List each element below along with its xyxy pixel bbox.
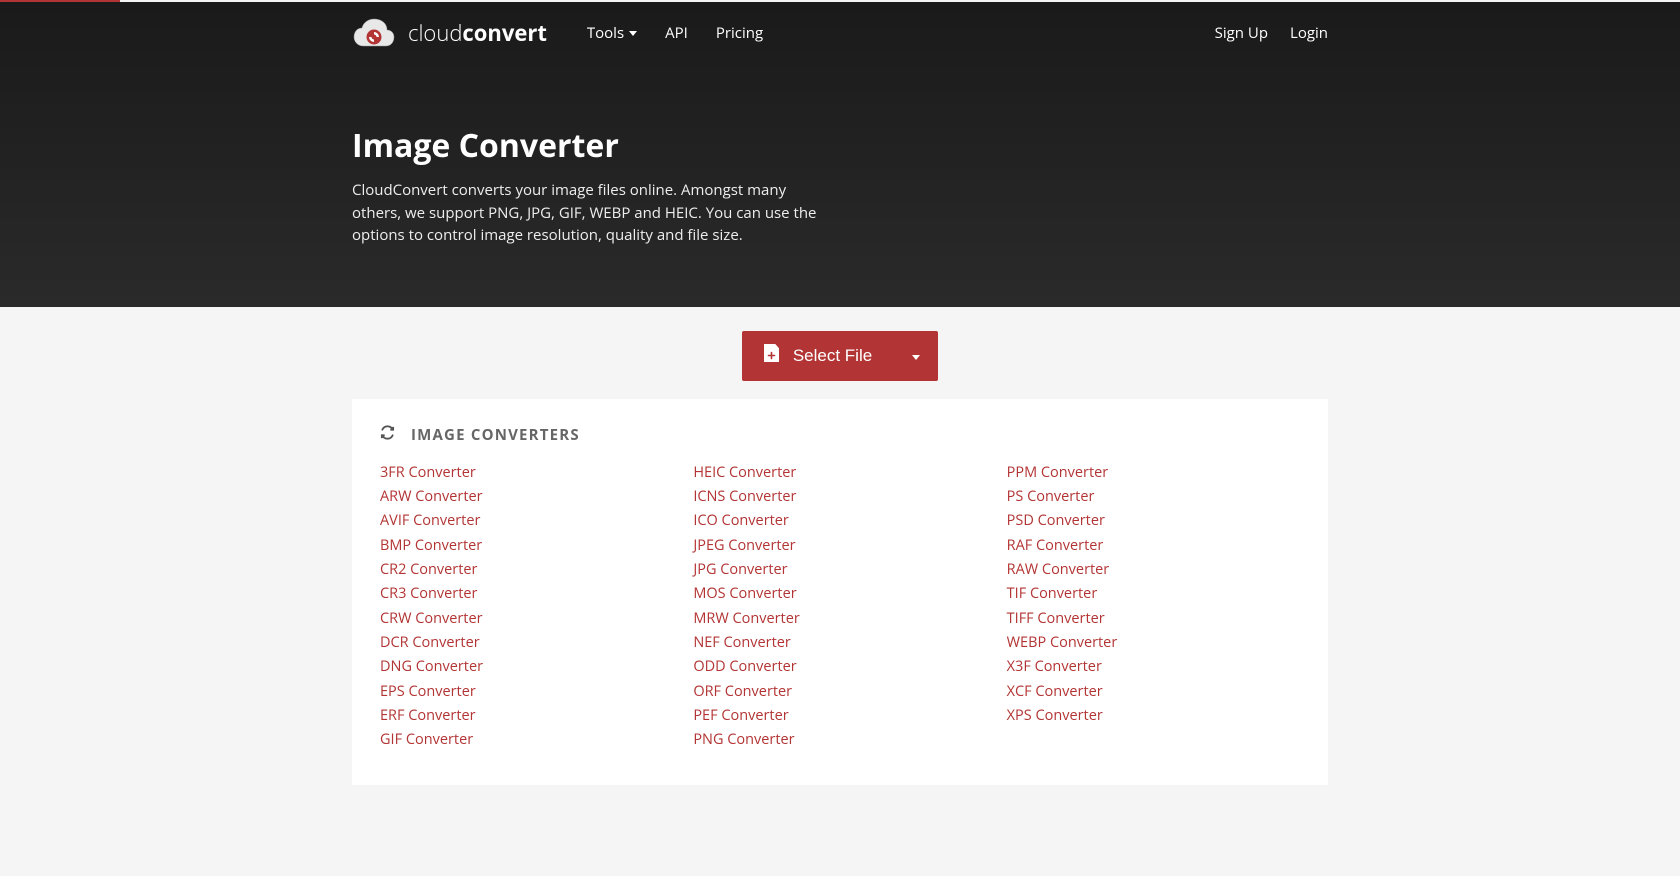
nav-api[interactable]: API [665,23,688,43]
converter-link[interactable]: TIF Converter [1007,582,1300,606]
page-description: CloudConvert converts your image files o… [352,179,832,247]
converter-link[interactable]: CR2 Converter [380,558,673,582]
chevron-down-icon [912,355,920,360]
converter-link[interactable]: PNG Converter [693,728,986,752]
converter-link[interactable]: GIF Converter [380,728,673,752]
converters-column-3: PPM ConverterPS ConverterPSD ConverterRA… [1007,461,1300,753]
converter-link[interactable]: DNG Converter [380,655,673,679]
nav-tools[interactable]: Tools [587,23,637,43]
chevron-down-icon [629,31,637,36]
nav-pricing[interactable]: Pricing [716,23,763,43]
converter-link[interactable]: DCR Converter [380,631,673,655]
converter-link[interactable]: RAF Converter [1007,534,1300,558]
converter-link[interactable]: 3FR Converter [380,461,673,485]
converter-link[interactable]: EPS Converter [380,680,673,704]
converter-link[interactable]: NEF Converter [693,631,986,655]
page-title: Image Converter [352,124,1328,167]
converter-link[interactable]: PSD Converter [1007,509,1300,533]
converter-link[interactable]: MOS Converter [693,582,986,606]
converters-column-2: HEIC ConverterICNS ConverterICO Converte… [693,461,986,753]
logo[interactable]: cloudconvert [352,18,547,48]
converter-link[interactable]: PEF Converter [693,704,986,728]
select-file-label: Select File [793,346,872,366]
converter-link[interactable]: WEBP Converter [1007,631,1300,655]
converter-link[interactable]: JPEG Converter [693,534,986,558]
converters-column-1: 3FR ConverterARW ConverterAVIF Converter… [380,461,673,753]
converter-link[interactable]: AVIF Converter [380,509,673,533]
select-file-button[interactable]: Select File [742,331,938,381]
converter-link[interactable]: ICO Converter [693,509,986,533]
converter-link[interactable]: XPS Converter [1007,704,1300,728]
converter-link[interactable]: BMP Converter [380,534,673,558]
converter-link[interactable]: MRW Converter [693,607,986,631]
converter-link[interactable]: ARW Converter [380,485,673,509]
converter-link[interactable]: RAW Converter [1007,558,1300,582]
converter-link[interactable]: XCF Converter [1007,680,1300,704]
converter-link[interactable]: JPG Converter [693,558,986,582]
converter-link[interactable]: PS Converter [1007,485,1300,509]
select-file-dropdown[interactable] [894,348,938,363]
converter-link[interactable]: ICNS Converter [693,485,986,509]
converter-link[interactable]: ERF Converter [380,704,673,728]
converter-link[interactable]: ODD Converter [693,655,986,679]
file-add-icon [764,344,779,367]
converter-link[interactable]: TIFF Converter [1007,607,1300,631]
converter-link[interactable]: CR3 Converter [380,582,673,606]
converter-link[interactable]: CRW Converter [380,607,673,631]
converters-title: IMAGE CONVERTERS [411,425,580,445]
converters-card: IMAGE CONVERTERS 3FR ConverterARW Conver… [352,399,1328,785]
navbar: cloudconvert Tools API Pricing Sign Up L… [352,2,1328,64]
nav-login[interactable]: Login [1290,23,1328,43]
converter-link[interactable]: HEIC Converter [693,461,986,485]
hero: Image Converter CloudConvert converts yo… [352,64,1328,247]
converter-link[interactable]: ORF Converter [693,680,986,704]
brand-text: cloudconvert [408,18,547,48]
refresh-icon [380,425,395,445]
converter-link[interactable]: PPM Converter [1007,461,1300,485]
cloud-logo-icon [352,18,396,48]
nav-signup[interactable]: Sign Up [1215,23,1268,43]
converter-link[interactable]: X3F Converter [1007,655,1300,679]
